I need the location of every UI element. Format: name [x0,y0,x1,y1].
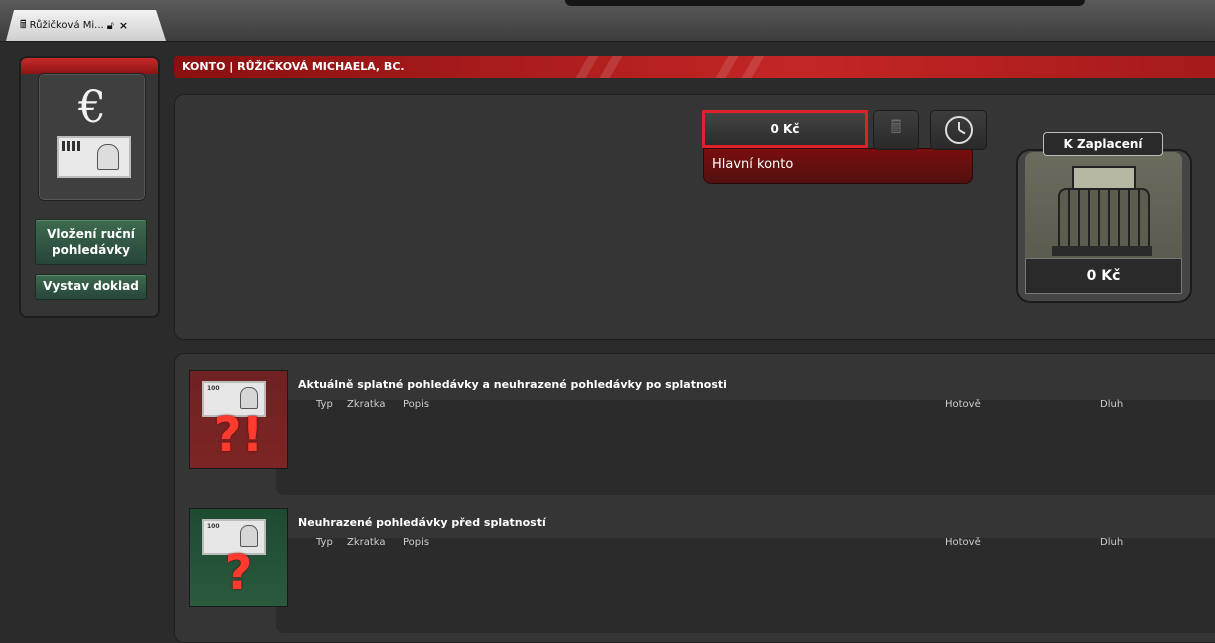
left-panel-header [21,58,158,74]
left-panel: € Vložení ruční pohledávky Vystav doklad [19,56,160,318]
column-cash[interactable]: Hotově [945,399,981,410]
manual-claim-button[interactable]: Vložení ruční pohledávky [35,219,147,265]
column-debt[interactable]: Dluh [1100,537,1123,548]
tab-client[interactable]: 🖩 Růžičková Mi... 🔓︎ × [6,10,166,41]
clock-icon [944,116,973,144]
top-shadow [565,0,1085,6]
overdue-claims-icon: 100 ?! [189,370,288,469]
column-debt[interactable]: Dluh [1100,399,1123,410]
column-type[interactable]: Typ [316,537,333,548]
column-abbrev[interactable]: Zkratka [347,399,386,410]
register-button[interactable]: 🖩 [873,110,919,150]
pending-claims-list [276,538,1215,633]
tab-strip [0,0,1215,42]
account-select[interactable]: Hlavní konto [703,148,973,184]
history-button[interactable] [930,110,987,150]
euro-banknote-icon: € [38,73,146,201]
close-tab-button[interactable]: × [119,19,128,32]
cash-register-icon: 🖩 [20,18,27,31]
pending-claims-title: Neuhrazené pohledávky před splatností [298,516,546,529]
tab-title: Růžičková Mi... [29,20,104,31]
column-type[interactable]: Typ [316,399,333,410]
column-description[interactable]: Popis [403,537,429,548]
column-description[interactable]: Popis [403,399,429,410]
issue-document-button[interactable]: Vystav doklad [35,274,147,300]
page-title: KONTO | RŮŽIČKOVÁ MICHAELA, BC. [182,60,405,73]
account-amount-field[interactable]: 0 Kč [702,110,868,148]
payment-amount: 0 Kč [1025,258,1182,294]
pending-claims-icon: 100 ? [189,508,288,607]
overdue-claims-list [276,400,1215,495]
overdue-claims-title: Aktuálně splatné pohledávky a neuhrazené… [298,378,727,391]
lock-icon: 🔓︎ [106,18,114,32]
page-title-bar: KONTO | RŮŽIČKOVÁ MICHAELA, BC. [174,56,1215,78]
cash-register-icon: 🖩 [890,117,902,138]
column-cash[interactable]: Hotově [945,537,981,548]
column-abbrev[interactable]: Zkratka [347,537,386,548]
payment-title: K Zaplacení [1043,132,1163,156]
